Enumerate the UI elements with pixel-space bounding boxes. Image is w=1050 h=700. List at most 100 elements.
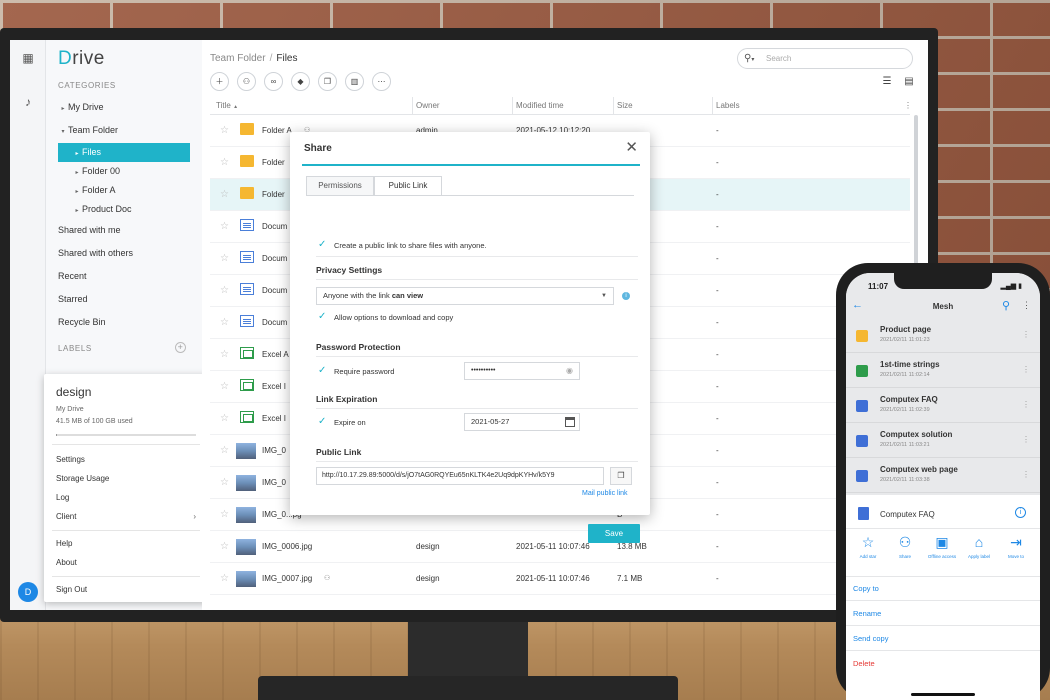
star-icon[interactable]: ☆ [220, 125, 229, 136]
share-button[interactable]: ⚇ [237, 72, 256, 91]
phone-list-item[interactable]: Product page 2021/02/11 11:01:23 ⋮ [846, 319, 1040, 353]
file-name[interactable]: Folder [262, 190, 285, 199]
file-name[interactable]: Docum [262, 222, 287, 231]
list-view-icon[interactable]: ☰ [880, 76, 894, 88]
star-icon[interactable]: ☆ [220, 445, 229, 456]
phone-list-item[interactable]: Computex FAQ 2021/02/11 11:02:39 ⋮ [846, 389, 1040, 423]
phone-action[interactable]: ▣ Offline access [924, 534, 960, 560]
star-icon[interactable]: ☆ [220, 477, 229, 488]
star-icon[interactable]: ☆ [220, 285, 229, 296]
file-name[interactable]: Excel I [262, 414, 286, 423]
new-button[interactable]: ＋ [210, 72, 229, 91]
sidebar-item-my-drive[interactable]: ▸ My Drive [46, 98, 202, 117]
phone-action[interactable]: ⇥ Move to [998, 534, 1034, 560]
star-icon[interactable]: ☆ [220, 381, 229, 392]
sidebar-item-folder-a[interactable]: ▸ Folder A [46, 181, 202, 200]
phone-action[interactable]: ☆ Add star [850, 534, 886, 560]
col-modified[interactable]: Modified time [516, 101, 564, 110]
menu-storage-usage[interactable]: Storage Usage [56, 474, 196, 483]
file-name[interactable]: Folder A [262, 126, 292, 135]
star-icon[interactable]: ☆ [220, 253, 229, 264]
table-row[interactable]: ☆ IMG_0007.jpg design 2021-05-11 10:07:46 7.… [210, 563, 910, 595]
link-button[interactable]: ∞ [264, 72, 283, 91]
copy-button[interactable]: ❐ [318, 72, 337, 91]
details-panel-icon[interactable]: ▤ [902, 76, 916, 88]
sidebar-item-team-folder[interactable]: ▾ Team Folder [46, 121, 202, 140]
require-password-checkbox[interactable]: ✓ [318, 366, 328, 376]
file-name[interactable]: Excel A [262, 350, 289, 359]
close-icon[interactable]: ✕ [625, 138, 638, 156]
menu-help[interactable]: Help [56, 539, 196, 548]
mail-public-link[interactable]: Mail public link [582, 490, 628, 497]
phone-list-item[interactable]: Computex solution 2021/02/11 11:03:21 ⋮ [846, 424, 1040, 458]
star-icon[interactable]: ☆ [220, 541, 229, 552]
menu-client[interactable]: Client › [56, 512, 196, 521]
item-more-icon[interactable]: ⋮ [1022, 435, 1030, 444]
phone-menu-send-copy[interactable]: Send copy [853, 634, 888, 643]
menu-about[interactable]: About [56, 558, 196, 567]
expire-date-field[interactable]: 2021-05-27 [464, 413, 580, 431]
file-name[interactable]: IMG_0 [262, 446, 286, 455]
phone-list-item[interactable]: 1st-time strings 2021/02/11 11:02:14 ⋮ [846, 354, 1040, 388]
col-owner[interactable]: Owner [416, 101, 440, 110]
star-icon[interactable]: ☆ [220, 317, 229, 328]
col-title[interactable]: Title ▲ [216, 101, 238, 110]
phone-action[interactable]: ⚇ Share [887, 534, 923, 560]
phone-menu-delete[interactable]: Delete [853, 659, 875, 668]
col-labels[interactable]: Labels [716, 101, 740, 110]
tab-permissions[interactable]: Permissions [306, 176, 374, 196]
file-name[interactable]: Docum [262, 254, 287, 263]
file-name[interactable]: Excel I [262, 382, 286, 391]
menu-log[interactable]: Log [56, 493, 196, 502]
file-name[interactable]: IMG_0 [262, 478, 286, 487]
item-more-icon[interactable]: ⋮ [1022, 400, 1030, 409]
sidebar-item-folder-00[interactable]: ▸ Folder 00 [46, 162, 202, 181]
file-name[interactable]: Docum [262, 318, 287, 327]
item-more-icon[interactable]: ⋮ [1022, 470, 1030, 479]
sidebar-item-recycle-bin[interactable]: Recycle Bin [46, 313, 202, 332]
privacy-select[interactable]: Anyone with the link can view ▼ [316, 287, 614, 305]
sidebar-item-product-doc[interactable]: ▸ Product Doc [46, 200, 202, 219]
apps-grid-icon[interactable]: ▦ [22, 52, 34, 64]
phone-action[interactable]: ⌂ Apply label [961, 534, 997, 560]
add-label-icon[interactable]: + [175, 342, 186, 353]
password-field[interactable]: •••••••••• ◉ [464, 362, 580, 380]
file-name[interactable]: IMG_0006.jpg [262, 542, 312, 551]
sidebar-item-files[interactable]: ▸ Files [58, 143, 190, 162]
menu-sign-out[interactable]: Sign Out [56, 585, 196, 594]
sidebar-item-starred[interactable]: Starred [46, 290, 202, 309]
sidebar-item-recent[interactable]: Recent [46, 267, 202, 286]
create-link-checkbox[interactable]: ✓ [318, 240, 328, 250]
copy-link-button[interactable]: ❐ [610, 467, 632, 485]
more-button[interactable]: ⋯ [372, 72, 391, 91]
menu-settings[interactable]: Settings [56, 455, 196, 464]
delete-button[interactable]: ▥ [345, 72, 364, 91]
column-menu-icon[interactable]: ⋮ [904, 101, 912, 110]
save-button[interactable]: Save [588, 524, 640, 543]
sidebar-item-shared-with-me[interactable]: Shared with me [46, 221, 202, 240]
file-name[interactable]: IMG_0007.jpg [262, 574, 312, 583]
public-link-field[interactable]: http://10.17.29.89:5000/d/s/jO7tAG0RQYEu… [316, 467, 604, 485]
user-avatar[interactable]: D [18, 582, 38, 602]
star-icon[interactable]: ☆ [220, 189, 229, 200]
allow-download-checkbox[interactable]: ✓ [318, 312, 328, 322]
tab-public-link[interactable]: Public Link [374, 176, 442, 196]
star-icon[interactable]: ☆ [220, 157, 229, 168]
phone-search-icon[interactable]: ⚲ [1002, 299, 1010, 312]
info-icon[interactable]: i [1015, 507, 1026, 518]
notifications-bell-icon[interactable]: ♪ [22, 96, 34, 108]
sidebar-item-shared-with-others[interactable]: Shared with others [46, 244, 202, 263]
search-input[interactable]: ⚲▾ Search [737, 48, 913, 69]
star-icon[interactable]: ☆ [220, 221, 229, 232]
phone-list-item[interactable]: Computex web page 2021/02/11 11:03:38 ⋮ [846, 459, 1040, 493]
item-more-icon[interactable]: ⋮ [1022, 365, 1030, 374]
breadcrumb-parent[interactable]: Team Folder [210, 53, 266, 64]
item-more-icon[interactable]: ⋮ [1022, 330, 1030, 339]
label-button[interactable]: ◆ [291, 72, 310, 91]
col-size[interactable]: Size [617, 101, 633, 110]
star-icon[interactable]: ☆ [220, 573, 229, 584]
phone-menu-copy-to[interactable]: Copy to [853, 584, 879, 593]
phone-more-icon[interactable]: ⋮ [1022, 300, 1031, 311]
file-name[interactable]: Folder [262, 158, 285, 167]
star-icon[interactable]: ☆ [220, 413, 229, 424]
